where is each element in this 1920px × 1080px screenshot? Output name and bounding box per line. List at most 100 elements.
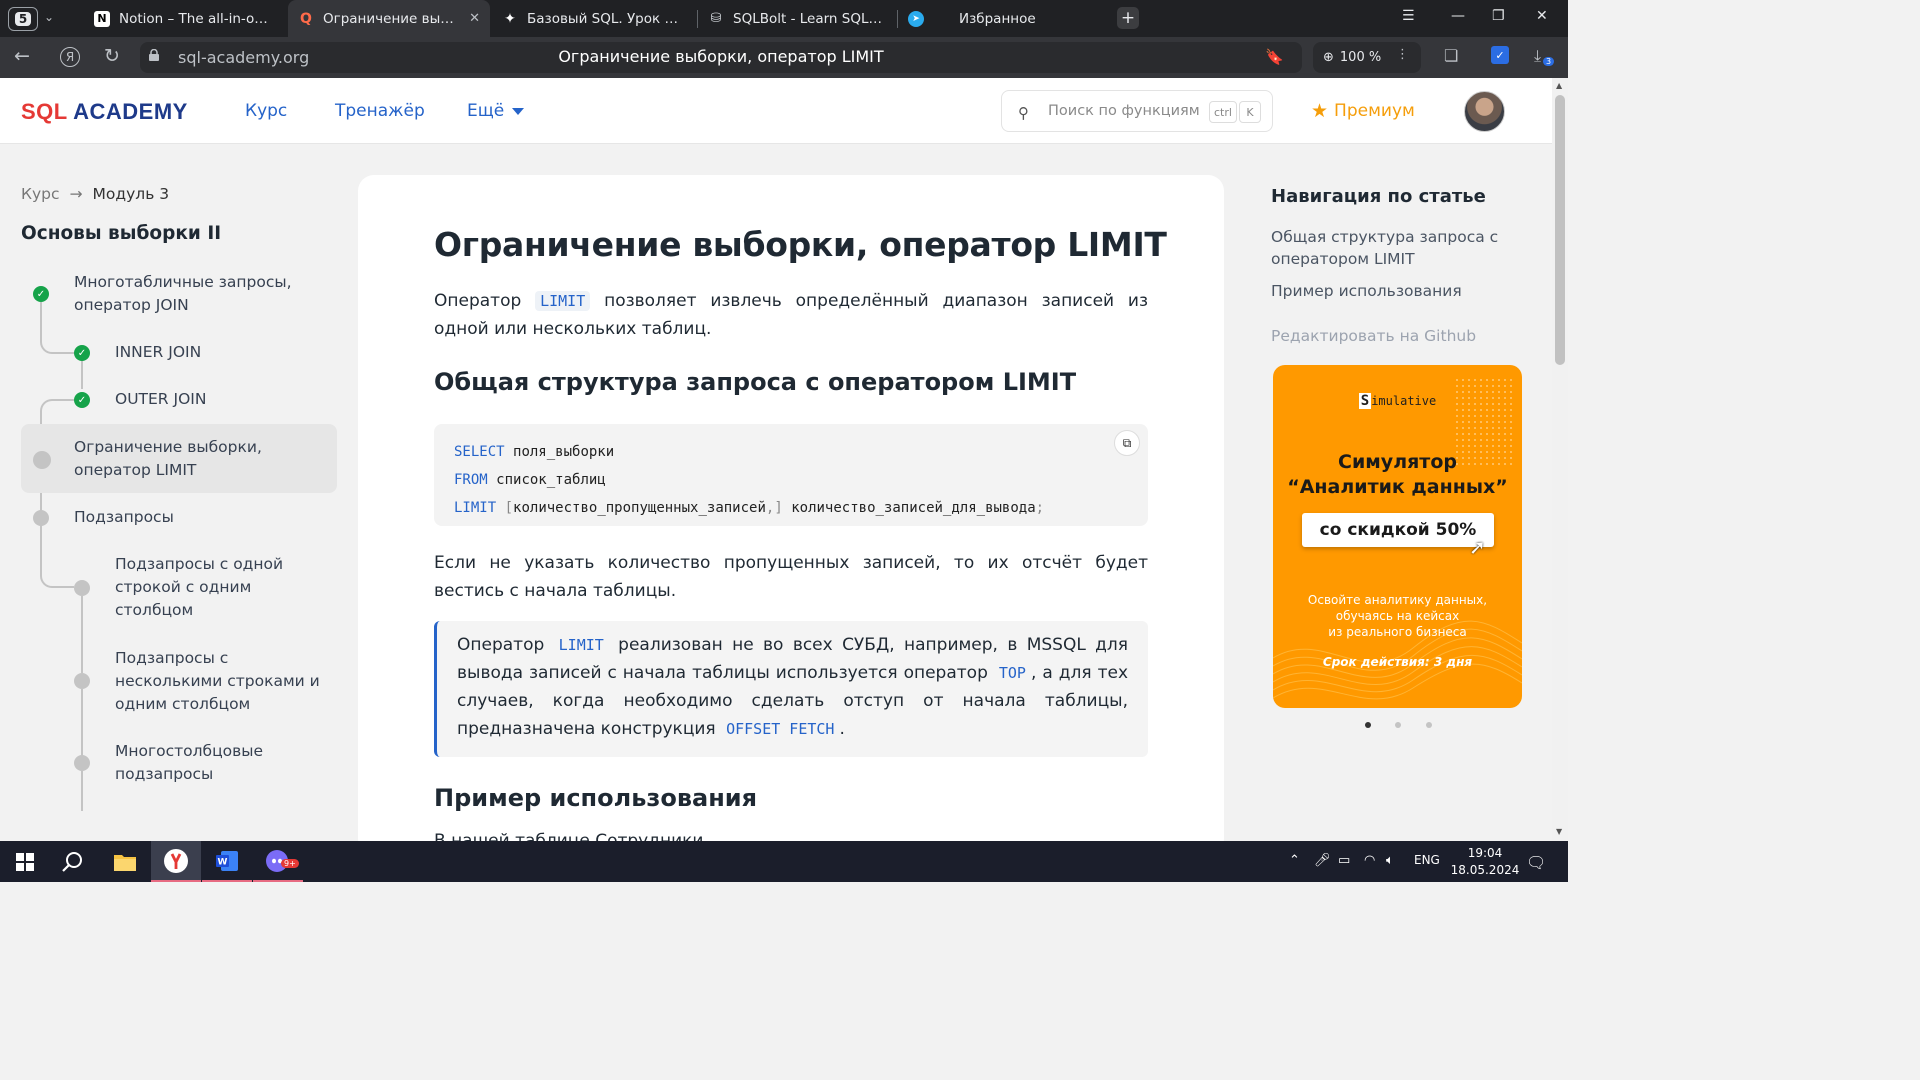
tab-telegram[interactable]: ➤ Избранное (898, 0, 1098, 37)
intro-paragraph: Оператор LIMIT позволяет извлечь определ… (434, 287, 1148, 343)
brand-initial: S (1358, 393, 1372, 409)
address-bar-row: ← Я ↻ sql-academy.org Ограничение выборк… (0, 37, 1568, 78)
notifications-icon[interactable]: 🗨︎ (1526, 853, 1546, 872)
chevron-up-icon[interactable]: ⌃ (1289, 853, 1300, 868)
carousel-dot[interactable] (1426, 722, 1432, 728)
tabs-dropdown-icon[interactable]: ⌄ (44, 10, 54, 24)
article-nav-link-structure[interactable]: Общая структура запроса с оператором LIM… (1271, 226, 1541, 270)
code-text: поля_выборки (513, 444, 615, 460)
code-text: количество_пропущенных_записей (513, 500, 766, 516)
yandex-icon[interactable]: Я (60, 47, 80, 67)
search-placeholder: Поиск по функциям (1048, 103, 1200, 119)
tab-sql-academy[interactable]: Q Ограничение выборки ✕ (288, 0, 490, 37)
zoom-control[interactable]: ⊕ 100 % ⋮ (1313, 42, 1421, 73)
scrollbar-thumb[interactable] (1555, 95, 1565, 365)
sql-academy-logo[interactable]: SQL ACADEMY (21, 99, 188, 125)
discord-icon[interactable]: 9+ (253, 841, 303, 882)
intro-text: Оператор (434, 291, 522, 311)
wifi-icon[interactable]: ◠ (1364, 853, 1375, 868)
start-icon[interactable] (0, 841, 50, 882)
clock-time: 19:04 (1467, 846, 1503, 860)
windows-taskbar: W 9+ ⌃ 🎤︎ ▭ ◠ 🔈︎ ENG 19:04 18.05.2024 🗨︎ (0, 841, 1568, 882)
inline-code-limit: LIMIT (535, 291, 591, 311)
star-icon: ★ (1311, 100, 1329, 122)
word-icon[interactable]: W (202, 841, 252, 882)
collections-icon[interactable]: ❏ (1444, 46, 1458, 65)
file-explorer-icon[interactable] (100, 841, 150, 882)
tab-basic-sql[interactable]: ✦ Базовый SQL. Урок 10. М (492, 0, 696, 37)
promo-validity: Срок действия: 3 дня (1322, 655, 1473, 669)
battery-icon[interactable]: ▭ (1338, 853, 1350, 868)
sidebar-item-subqueries[interactable]: Подзапросы (74, 506, 174, 529)
minimize-icon[interactable]: — (1451, 8, 1465, 24)
close-window-icon[interactable]: ✕ (1536, 8, 1548, 24)
new-tab-button[interactable]: + (1117, 7, 1139, 29)
clock[interactable]: 19:04 18.05.2024 (1450, 845, 1520, 879)
sidebar-item-outer-join[interactable]: OUTER JOIN (115, 388, 206, 411)
sidebar-item-multicolumn-subquery[interactable]: Многостолбцовые подзапросы (115, 740, 295, 786)
sidebar-item-multirow-subquery[interactable]: Подзапросы с несколькими строками и одни… (115, 647, 327, 716)
info-note: Оператор LIMIT реализован не во всех СУБ… (434, 621, 1148, 757)
downloads-icon[interactable]: ⤓ 3 (1534, 46, 1555, 66)
inline-code-top: TOP (998, 664, 1026, 682)
tab-notion[interactable]: N Notion – The all-in-one wo (84, 0, 284, 37)
microphone-icon[interactable]: 🎤︎ (1314, 853, 1331, 868)
nav-course-link[interactable]: Курс (245, 101, 287, 121)
logo-academy: ACADEMY (73, 99, 188, 124)
omnibox[interactable]: sql-academy.org Ограничение выборки, опе… (140, 42, 1302, 73)
article-nav-link-example[interactable]: Пример использования (1271, 280, 1541, 302)
logo-sql: SQL (21, 99, 68, 124)
promo-discount-button[interactable]: со скидкой 50% (1302, 513, 1494, 547)
nav-trainer-link[interactable]: Тренажёр (335, 101, 425, 121)
tab-counter-button[interactable]: 5 (8, 7, 38, 31)
sidebar-item-inner-join[interactable]: INNER JOIN (115, 341, 201, 364)
svg-text:W: W (218, 857, 228, 867)
database-icon: ⛁ (710, 11, 722, 26)
nav-more-dropdown[interactable]: Ещё (467, 101, 525, 121)
volume-icon[interactable]: 🔈︎ (1386, 853, 1394, 868)
zoom-icon: ⊕ (1323, 50, 1334, 65)
scroll-up-icon[interactable]: ▲ (1556, 81, 1562, 90)
carousel-dot[interactable] (1395, 722, 1401, 728)
function-search-input[interactable]: ⚲ Поиск по функциям ctrl K (1001, 90, 1273, 132)
yandex-browser-icon[interactable] (151, 841, 201, 882)
downloads-badge: 3 (1543, 57, 1555, 66)
sidebar-item-scalar-subquery[interactable]: Подзапросы с одной строкой с одним столб… (115, 553, 315, 622)
close-tab-icon[interactable]: ✕ (469, 11, 480, 26)
zoom-level: 100 % (1339, 50, 1382, 65)
avatar[interactable] (1464, 91, 1505, 132)
page-scrollbar[interactable]: ▲ ▼ (1552, 78, 1568, 841)
scroll-down-icon[interactable]: ▼ (1556, 827, 1562, 836)
extension-icon[interactable]: ✓ (1491, 46, 1509, 64)
breadcrumb-course[interactable]: Курс (21, 185, 60, 203)
reload-icon[interactable]: ↻ (104, 45, 120, 67)
copy-icon: ⧉ (1122, 436, 1132, 450)
breadcrumb: Курс → Модуль 3 (21, 185, 169, 203)
breadcrumb-module[interactable]: Модуль 3 (93, 185, 170, 203)
promo-description-line: Освойте аналитику данных, (1307, 593, 1488, 607)
sidebar-item-join[interactable]: Многотабличные запросы, оператор JOIN (74, 271, 314, 317)
nav-more-label: Ещё (467, 101, 505, 121)
module-title: Основы выборки II (21, 223, 222, 244)
premium-link[interactable]: ★ Премиум (1311, 100, 1415, 122)
site-header: SQL ACADEMY Курс Тренажёр Ещё ⚲ Поиск по… (0, 78, 1552, 144)
back-icon[interactable]: ← (14, 45, 30, 67)
search-icon[interactable] (48, 841, 98, 882)
more-icon[interactable]: ⋮ (1396, 47, 1409, 62)
copy-code-button[interactable]: ⧉ (1114, 430, 1140, 456)
menu-icon[interactable]: ☰ (1402, 8, 1415, 24)
code-punct: [ (504, 500, 514, 516)
code-keyword: FROM (454, 472, 488, 488)
tab-title: SQLBolt - Learn SQL - SQL (733, 10, 886, 27)
edit-on-github-link[interactable]: Редактировать на Github (1271, 327, 1476, 345)
bookmark-icon[interactable]: 🔖 (1265, 48, 1284, 66)
progress-dot-icon (33, 451, 51, 469)
restore-icon[interactable]: ❐ (1492, 8, 1505, 24)
language-indicator[interactable]: ENG (1414, 853, 1440, 867)
telegram-icon: ➤ (908, 10, 924, 27)
article-title: Ограничение выборки, оператор LIMIT (434, 225, 1167, 264)
promo-banner[interactable]: Simulative Симулятор “Аналитик данных” со… (1273, 365, 1522, 708)
notification-badge: 9+ (281, 859, 299, 868)
carousel-dot-active[interactable] (1365, 722, 1371, 728)
tab-sqlbolt[interactable]: ⛁ SQLBolt - Learn SQL - SQL (698, 0, 896, 37)
